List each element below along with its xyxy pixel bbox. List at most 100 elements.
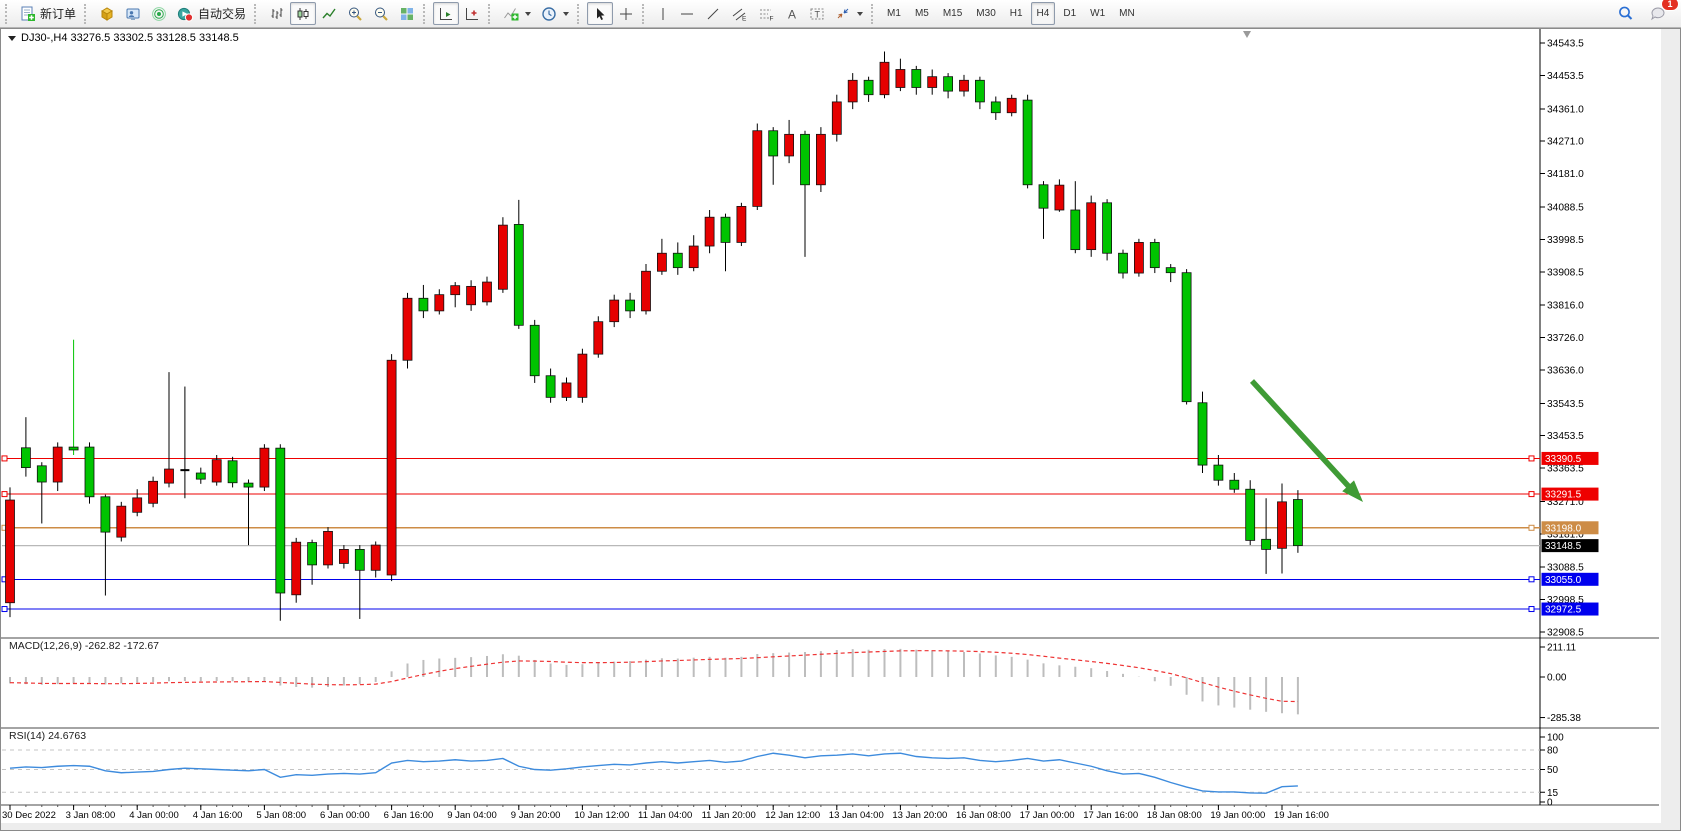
- toolbar-grip[interactable]: [254, 4, 260, 24]
- notification-badge: 1: [1661, 0, 1679, 11]
- toolbar-grip[interactable]: [84, 4, 90, 24]
- svg-text:33291.5: 33291.5: [1545, 490, 1582, 501]
- svg-text:16 Jan 08:00: 16 Jan 08:00: [956, 810, 1011, 821]
- equidistant-channel-icon: E: [731, 6, 748, 22]
- candlestick-icon: [295, 6, 311, 22]
- svg-text:33088.5: 33088.5: [1547, 563, 1584, 574]
- toolbar-grip[interactable]: [423, 4, 429, 24]
- channel-tool-button[interactable]: E: [726, 2, 753, 25]
- auto-trading-label: 自动交易: [198, 5, 246, 22]
- timeframe-MN[interactable]: MN: [1113, 2, 1141, 25]
- timeframe-M5[interactable]: M5: [909, 2, 935, 25]
- periods-button[interactable]: [536, 2, 574, 25]
- signals-button[interactable]: [146, 2, 172, 25]
- vertical-line-tool-button[interactable]: [652, 2, 674, 25]
- svg-text:100: 100: [1547, 733, 1564, 744]
- tile-windows-icon: [399, 6, 415, 22]
- timeframe-D1[interactable]: D1: [1057, 2, 1082, 25]
- svg-text:17 Jan 00:00: 17 Jan 00:00: [1020, 810, 1075, 821]
- label-tool-button[interactable]: T: [804, 2, 830, 25]
- market-watch-button[interactable]: [94, 2, 120, 25]
- bar-chart-mode-button[interactable]: [264, 2, 290, 25]
- svg-text:34543.5: 34543.5: [1547, 39, 1584, 50]
- new-order-label: 新订单: [40, 5, 76, 22]
- svg-text:19 Jan 16:00: 19 Jan 16:00: [1274, 810, 1329, 821]
- svg-text:9 Jan 20:00: 9 Jan 20:00: [511, 810, 561, 821]
- toolbar-grip[interactable]: [5, 4, 11, 24]
- timeframe-M15[interactable]: M15: [937, 2, 968, 25]
- chevron-down-icon: [857, 12, 863, 16]
- zoom-out-button[interactable]: [368, 2, 394, 25]
- toolbar-grip[interactable]: [488, 4, 494, 24]
- crosshair-tool-button[interactable]: [613, 2, 639, 25]
- search-button[interactable]: [1612, 2, 1639, 25]
- svg-text:34361.0: 34361.0: [1547, 104, 1584, 115]
- toolbar: 新订单 自动交易 E F A T M1M5M15M30H1H4D1W1MN 1: [0, 0, 1681, 28]
- fibonacci-tool-button[interactable]: F: [753, 2, 780, 25]
- signal-icon: [151, 6, 167, 22]
- svg-text:33363.5: 33363.5: [1547, 464, 1584, 475]
- toolbar-grip[interactable]: [577, 4, 583, 24]
- candlestick-mode-button[interactable]: [290, 2, 316, 25]
- chart-dropdown-icon[interactable]: [8, 36, 16, 41]
- timeframe-M1[interactable]: M1: [881, 2, 907, 25]
- bar-chart-icon: [269, 6, 285, 22]
- new-order-button[interactable]: 新订单: [15, 2, 81, 25]
- text-tool-button[interactable]: A: [780, 2, 804, 25]
- timeframe-M30[interactable]: M30: [970, 2, 1001, 25]
- chart-shift-icon: [464, 6, 480, 22]
- arrows-tool-button[interactable]: [830, 2, 868, 25]
- svg-text:33636.0: 33636.0: [1547, 365, 1584, 376]
- zoom-in-button[interactable]: [342, 2, 368, 25]
- auto-scroll-button[interactable]: [433, 2, 459, 25]
- timeframe-H1[interactable]: H1: [1004, 2, 1029, 25]
- svg-text:T: T: [815, 9, 821, 19]
- svg-text:33998.5: 33998.5: [1547, 235, 1584, 246]
- svg-text:33055.0: 33055.0: [1545, 575, 1582, 586]
- timeframe-W1[interactable]: W1: [1084, 2, 1111, 25]
- svg-text:19 Jan 00:00: 19 Jan 00:00: [1210, 810, 1265, 821]
- svg-text:18 Jan 08:00: 18 Jan 08:00: [1147, 810, 1202, 821]
- svg-text:33908.5: 33908.5: [1547, 267, 1584, 278]
- svg-text:4 Jan 00:00: 4 Jan 00:00: [129, 810, 179, 821]
- svg-text:34181.0: 34181.0: [1547, 169, 1584, 180]
- timeframe-H4[interactable]: H4: [1031, 2, 1056, 25]
- terminal-button[interactable]: [120, 2, 146, 25]
- trendline-icon: [705, 6, 721, 22]
- trendline-tool-button[interactable]: [700, 2, 726, 25]
- svg-text:32908.5: 32908.5: [1547, 628, 1584, 639]
- text-label-icon: T: [809, 6, 825, 22]
- zoom-in-icon: [347, 6, 363, 22]
- line-chart-icon: [321, 6, 337, 22]
- svg-text:12 Jan 12:00: 12 Jan 12:00: [765, 810, 820, 821]
- svg-text:13 Jan 04:00: 13 Jan 04:00: [829, 810, 884, 821]
- tile-windows-button[interactable]: [394, 2, 420, 25]
- toolbar-grip[interactable]: [642, 4, 648, 24]
- svg-text:33198.0: 33198.0: [1545, 523, 1582, 534]
- indicators-icon: [503, 6, 519, 22]
- chart-window: DJ30-,H4 33276.5 33302.5 33128.5 33148.5…: [0, 28, 1681, 831]
- new-order-icon: [20, 6, 36, 22]
- crosshair-icon: [618, 6, 634, 22]
- indicators-button[interactable]: [498, 2, 536, 25]
- horizontal-line-tool-button[interactable]: [674, 2, 700, 25]
- chart-shift-button[interactable]: [459, 2, 485, 25]
- svg-text:11 Jan 04:00: 11 Jan 04:00: [638, 810, 692, 821]
- auto-scroll-icon: [438, 6, 454, 22]
- chart-title: DJ30-,H4 33276.5 33302.5 33128.5 33148.5: [21, 32, 239, 44]
- cursor-tool-button[interactable]: [587, 2, 613, 25]
- auto-trading-button[interactable]: 自动交易: [172, 2, 251, 25]
- toolbar-grip[interactable]: [871, 4, 877, 24]
- timeframe-group: M1M5M15M30H1H4D1W1MN: [881, 2, 1141, 25]
- svg-text:32972.5: 32972.5: [1545, 605, 1582, 616]
- toolbar-right: 1: [1612, 2, 1681, 25]
- svg-text:11 Jan 20:00: 11 Jan 20:00: [702, 810, 756, 821]
- rsi-label: RSI(14) 24.6763: [9, 730, 86, 742]
- svg-text:30 Dec 2022: 30 Dec 2022: [2, 810, 56, 821]
- line-chart-mode-button[interactable]: [316, 2, 342, 25]
- price-chart-canvas[interactable]: 34543.534453.534361.034271.034181.034088…: [0, 28, 1681, 831]
- svg-text:9 Jan 04:00: 9 Jan 04:00: [447, 810, 497, 821]
- macd-label: MACD(12,26,9) -262.82 -172.67: [9, 640, 159, 652]
- svg-text:5 Jan 08:00: 5 Jan 08:00: [256, 810, 306, 821]
- svg-text:33453.5: 33453.5: [1547, 431, 1584, 442]
